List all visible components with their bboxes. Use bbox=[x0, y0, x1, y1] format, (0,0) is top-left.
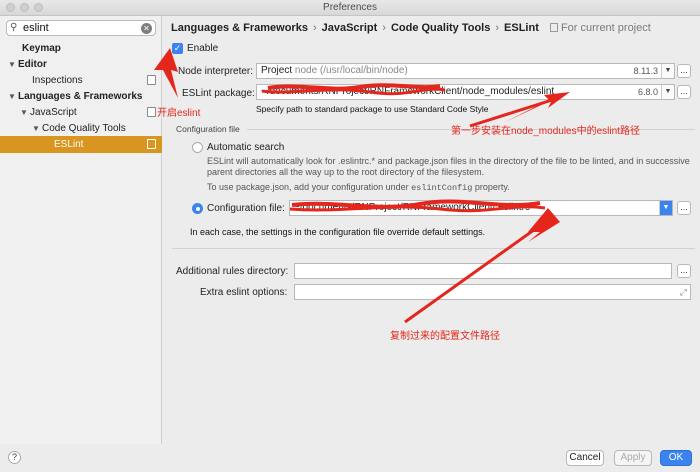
sidebar-item-label: ESLint bbox=[54, 139, 84, 150]
sidebar-item-keymap[interactable]: Keymap bbox=[0, 40, 162, 57]
annotation-enable-note: 开启eslint bbox=[157, 108, 201, 119]
config-file-value: ~/documents/RNProject/RNFrameworkClient/… bbox=[294, 202, 530, 213]
chevron-down-icon[interactable]: ▼ bbox=[659, 201, 672, 215]
config-file-label: Configuration file: bbox=[207, 203, 285, 214]
expand-triangle-icon[interactable]: ▼ bbox=[20, 104, 30, 121]
auto-search-label: Automatic search bbox=[207, 142, 285, 153]
breadcrumb: Languages & Frameworks › JavaScript › Code Q… bbox=[171, 22, 651, 34]
project-scope-icon bbox=[549, 23, 558, 32]
sidebar-item-code-quality-tools[interactable]: ▼ Code Quality Tools bbox=[0, 120, 162, 137]
config-file-radio[interactable] bbox=[192, 203, 203, 214]
hint-prefix: To use package.json, add your configurat… bbox=[207, 182, 409, 192]
rules-dir-label: Additional rules directory: bbox=[176, 266, 289, 277]
config-file-field[interactable]: ~/documents/RNProject/RNFrameworkClient/… bbox=[289, 200, 673, 216]
expand-triangle-icon[interactable]: ▼ bbox=[8, 88, 18, 105]
extra-options-label: Extra eslint options: bbox=[200, 287, 288, 298]
search-icon: ⚲ bbox=[10, 22, 18, 33]
sidebar-item-languages-frameworks[interactable]: ▼ Languages & Frameworks bbox=[0, 88, 162, 105]
hint-code: eslintConfig bbox=[411, 183, 473, 193]
chevron-down-icon[interactable]: ▼ bbox=[661, 64, 674, 78]
annotation-step1-note: 第一步安装在node_modules中的eslint路径 bbox=[451, 126, 640, 137]
settings-sidebar: ⚲ eslint ✕ Keymap ▼ Editor Inspections ▼ L… bbox=[0, 16, 162, 444]
sidebar-item-javascript[interactable]: ▼ JavaScript bbox=[0, 104, 162, 121]
config-section-label: Configuration file bbox=[176, 124, 240, 134]
window-title: Preferences bbox=[323, 2, 377, 13]
override-note: In each case, the settings in the config… bbox=[190, 227, 486, 237]
annotation-copy-note: 复制过来的配置文件路径 bbox=[390, 331, 500, 342]
search-input[interactable]: eslint bbox=[23, 22, 49, 34]
eslint-package-field[interactable]: ~/documents/RNProject/RNFrameworkClient/… bbox=[256, 84, 675, 100]
sidebar-item-label: Inspections bbox=[32, 75, 83, 86]
browse-node-button[interactable]: ... bbox=[677, 64, 691, 78]
minimize-window-button[interactable] bbox=[20, 3, 29, 12]
help-area: ? bbox=[8, 451, 21, 464]
window-titlebar: Preferences bbox=[0, 0, 700, 16]
node-interpreter-value: Project bbox=[261, 65, 293, 76]
eslint-package-label: ESLint package: bbox=[182, 88, 255, 99]
sidebar-item-label: Editor bbox=[18, 59, 47, 70]
section-divider bbox=[172, 248, 695, 249]
help-button[interactable]: ? bbox=[8, 451, 21, 464]
browse-eslint-package-button[interactable]: ... bbox=[677, 85, 691, 99]
auto-search-radio[interactable] bbox=[192, 142, 203, 153]
browse-rules-dir-button[interactable]: ... bbox=[677, 264, 691, 278]
node-interpreter-select[interactable]: Project node (/usr/local/bin/node) 8.11.… bbox=[256, 63, 675, 79]
project-scope-icon bbox=[147, 75, 156, 85]
extra-options-input[interactable]: ⤢ bbox=[294, 284, 691, 300]
apply-button[interactable]: Apply bbox=[614, 450, 652, 466]
node-interpreter-label: Node interpreter: bbox=[178, 66, 254, 77]
eslint-settings-panel: Languages & Frameworks › JavaScript › Code Q… bbox=[163, 16, 700, 444]
zoom-window-button[interactable] bbox=[34, 3, 43, 12]
breadcrumb-separator-icon: › bbox=[382, 22, 386, 34]
chevron-down-icon[interactable]: ▼ bbox=[661, 85, 674, 99]
sidebar-item-eslint[interactable]: ESLint bbox=[0, 136, 162, 153]
breadcrumb-item[interactable]: JavaScript bbox=[322, 22, 378, 34]
rules-dir-input[interactable] bbox=[294, 263, 672, 279]
hint-suffix: property. bbox=[474, 182, 510, 192]
eslint-package-hint: Specify path to standard package to use … bbox=[256, 104, 489, 114]
breadcrumb-item[interactable]: Code Quality Tools bbox=[391, 22, 490, 34]
breadcrumb-separator-icon: › bbox=[312, 22, 317, 34]
enable-label: Enable bbox=[187, 43, 219, 54]
project-scope-icon bbox=[147, 139, 156, 149]
sidebar-item-label: JavaScript bbox=[30, 107, 77, 118]
project-scope-icon bbox=[147, 107, 156, 117]
auto-search-desc-line1: ESLint will automatically look for .esli… bbox=[207, 156, 690, 166]
browse-config-file-button[interactable]: ... bbox=[677, 201, 691, 215]
close-window-button[interactable] bbox=[6, 3, 15, 12]
search-field[interactable]: ⚲ eslint ✕ bbox=[6, 20, 156, 36]
node-version: 8.11.3 bbox=[633, 66, 658, 76]
eslint-version: 6.8.0 bbox=[637, 87, 658, 97]
scope-label: For current project bbox=[560, 22, 651, 34]
expand-triangle-icon[interactable]: ▼ bbox=[32, 120, 42, 137]
node-interpreter-path: node (/usr/local/bin/node) bbox=[294, 65, 408, 76]
sidebar-item-inspections[interactable]: Inspections bbox=[0, 72, 162, 89]
expand-triangle-icon[interactable]: ▼ bbox=[8, 56, 18, 73]
cancel-button[interactable]: Cancel bbox=[566, 450, 604, 466]
breadcrumb-item: ESLint bbox=[504, 22, 539, 34]
eslint-package-value: ~/documents/RNProject/RNFrameworkClient/… bbox=[261, 86, 555, 97]
ok-button[interactable]: OK bbox=[660, 450, 692, 466]
expand-icon[interactable]: ⤢ bbox=[680, 285, 687, 299]
breadcrumb-separator-icon: › bbox=[495, 22, 500, 34]
clear-search-icon[interactable]: ✕ bbox=[141, 23, 152, 34]
enable-checkbox[interactable]: ✓ bbox=[172, 43, 183, 54]
use-package-json-hint: To use package.json, add your configurat… bbox=[207, 182, 510, 194]
sidebar-item-editor[interactable]: ▼ Editor bbox=[0, 56, 162, 73]
breadcrumb-item[interactable]: Languages & Frameworks bbox=[171, 22, 308, 34]
sidebar-item-label: Keymap bbox=[22, 43, 61, 54]
sidebar-item-label: Code Quality Tools bbox=[42, 123, 126, 134]
sidebar-item-label: Languages & Frameworks bbox=[18, 91, 143, 102]
auto-search-desc-line2: parent directories all the way up to the… bbox=[207, 167, 485, 177]
